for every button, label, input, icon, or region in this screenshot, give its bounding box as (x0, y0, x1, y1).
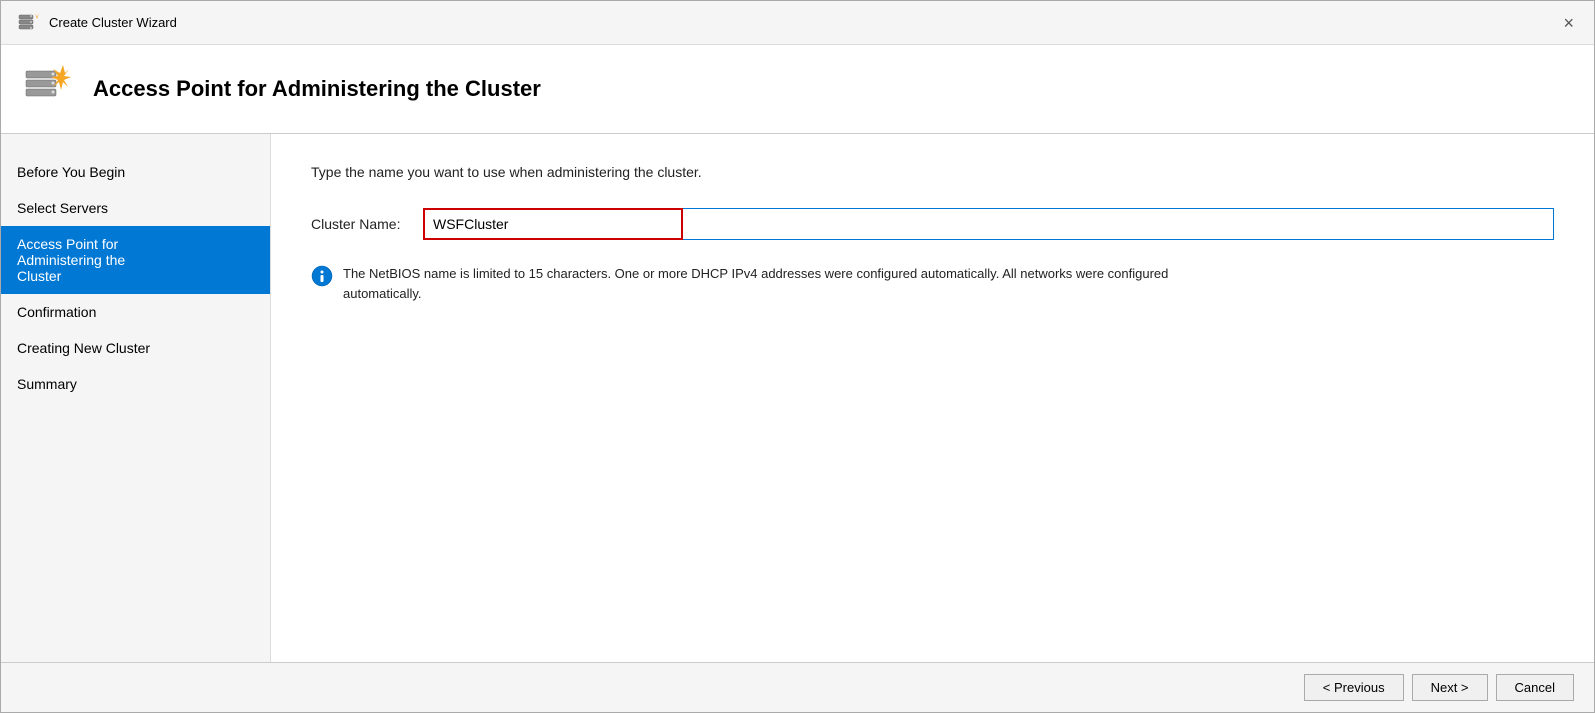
title-bar: Create Cluster Wizard × (1, 1, 1594, 45)
wizard-icon (17, 11, 41, 35)
sidebar: Before You Begin Select Servers Access P… (1, 134, 271, 662)
content-area: Before You Begin Select Servers Access P… (1, 134, 1594, 662)
next-button[interactable]: Next > (1412, 674, 1488, 701)
header-cluster-icon (25, 63, 77, 115)
sidebar-item-before-you-begin[interactable]: Before You Begin (1, 154, 270, 190)
info-text: The NetBIOS name is limited to 15 charac… (343, 264, 1171, 303)
header-section: Access Point for Administering the Clust… (1, 45, 1594, 134)
cluster-name-label: Cluster Name: (311, 216, 411, 232)
sidebar-item-creating-new-cluster[interactable]: Creating New Cluster (1, 330, 270, 366)
info-icon (311, 265, 333, 287)
window-title: Create Cluster Wizard (49, 15, 177, 30)
sidebar-item-confirmation[interactable]: Confirmation (1, 294, 270, 330)
create-cluster-wizard-window: Create Cluster Wizard × Access Point for… (0, 0, 1595, 713)
cluster-name-input-wrapper (423, 208, 1554, 240)
cancel-button[interactable]: Cancel (1496, 674, 1574, 701)
close-button[interactable]: × (1559, 14, 1578, 32)
previous-button[interactable]: < Previous (1304, 674, 1404, 701)
cluster-name-input[interactable] (423, 208, 683, 240)
header-title: Access Point for Administering the Clust… (93, 76, 541, 102)
info-box: The NetBIOS name is limited to 15 charac… (311, 264, 1171, 303)
title-bar-left: Create Cluster Wizard (17, 11, 177, 35)
form-row: Cluster Name: (311, 208, 1554, 240)
sidebar-item-summary[interactable]: Summary (1, 366, 270, 402)
main-content: Type the name you want to use when admin… (271, 134, 1594, 662)
description-text: Type the name you want to use when admin… (311, 164, 1554, 180)
sidebar-item-select-servers[interactable]: Select Servers (1, 190, 270, 226)
sidebar-item-access-point[interactable]: Access Point forAdministering theCluster (1, 226, 270, 294)
footer: < Previous Next > Cancel (1, 662, 1594, 712)
cluster-name-input-continuation[interactable] (683, 208, 1554, 240)
